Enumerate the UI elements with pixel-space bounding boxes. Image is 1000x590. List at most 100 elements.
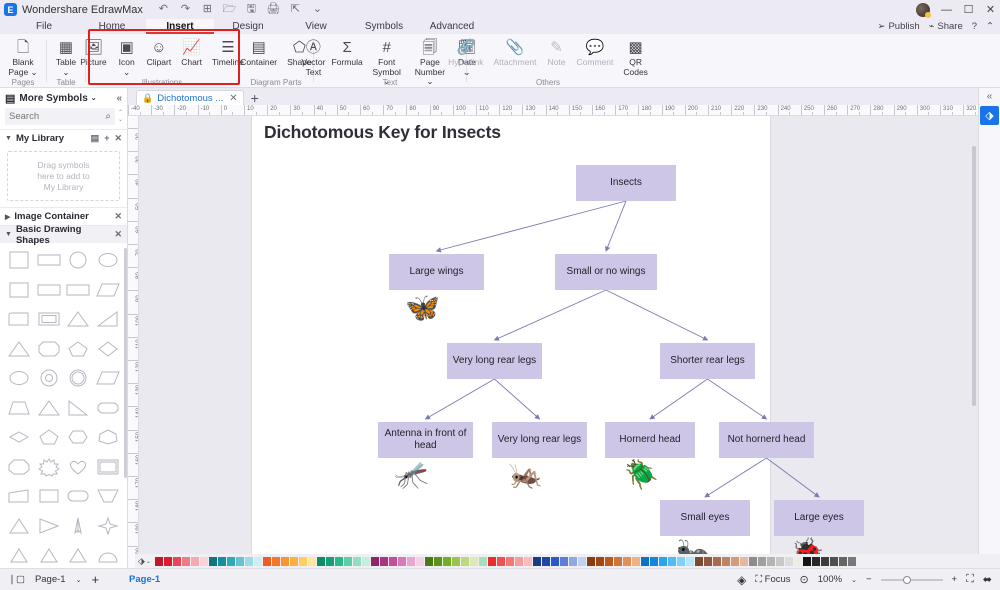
symbols-panel-header[interactable]: ▤ More Symbols ⌄ « <box>0 88 127 108</box>
menu-file[interactable]: File <box>10 21 78 32</box>
shape-item[interactable] <box>35 308 63 330</box>
shape-item[interactable] <box>35 367 63 389</box>
print-icon[interactable]: 🖨 <box>266 3 280 16</box>
fill-color-tool[interactable]: ⬗ <box>980 106 999 125</box>
color-swatch[interactable] <box>748 556 757 566</box>
color-swatch[interactable] <box>406 556 415 566</box>
shape-item[interactable] <box>65 426 93 448</box>
shape-item[interactable] <box>35 338 63 360</box>
canvas[interactable]: Dichotomous Key for Insects Insects Large… <box>139 116 978 568</box>
diagram-node[interactable]: Small eyes <box>660 500 750 536</box>
color-swatch[interactable] <box>739 556 748 566</box>
collapse-ribbon-button[interactable]: ⌃ <box>986 21 994 32</box>
chevron-down-icon[interactable]: ⌄ <box>91 94 97 102</box>
shape-item[interactable] <box>35 279 63 301</box>
shape-item[interactable] <box>94 279 122 301</box>
page-menu-icon[interactable]: ⌄ <box>76 576 82 584</box>
color-swatch[interactable] <box>622 556 631 566</box>
collapse-right-panel-icon[interactable]: « <box>987 91 993 102</box>
layers-icon[interactable]: ◈ <box>737 573 746 587</box>
close-button[interactable]: ✕ <box>985 3 996 16</box>
close-icon[interactable]: ✕ <box>229 93 237 104</box>
color-swatch[interactable] <box>280 556 289 566</box>
diagram-node[interactable]: Insects <box>576 165 676 201</box>
color-swatch[interactable] <box>523 556 532 566</box>
grasshopper-image[interactable]: 🦗 <box>508 461 543 489</box>
diagram-connector[interactable] <box>435 200 627 253</box>
diagram-connector[interactable] <box>766 457 820 498</box>
color-swatch[interactable] <box>307 556 316 566</box>
open-icon[interactable]: 🗁 <box>223 3 237 16</box>
shape-item[interactable] <box>5 367 33 389</box>
page-nav-icon[interactable]: ❘▢ <box>8 574 25 585</box>
presentation-icon[interactable]: ⊙ <box>800 573 809 586</box>
color-swatch[interactable] <box>379 556 388 566</box>
shape-item[interactable] <box>5 515 33 537</box>
color-swatch[interactable] <box>784 556 793 566</box>
color-swatch[interactable] <box>424 556 433 566</box>
color-swatch[interactable] <box>586 556 595 566</box>
more-icon[interactable]: ⌄ <box>311 3 324 16</box>
color-swatch[interactable] <box>235 556 244 566</box>
shape-item[interactable] <box>35 426 63 448</box>
color-swatch[interactable] <box>721 556 730 566</box>
color-swatch[interactable] <box>613 556 622 566</box>
color-swatch[interactable] <box>415 556 424 566</box>
diagram-connector[interactable] <box>649 378 708 420</box>
color-swatch[interactable] <box>352 556 361 566</box>
new-icon[interactable]: ⊞ <box>201 3 214 16</box>
color-swatch[interactable] <box>550 556 559 566</box>
diagram-connector[interactable] <box>605 289 709 341</box>
save-icon[interactable]: 🖫 <box>245 3 258 16</box>
menu-insert[interactable]: Insert <box>146 19 214 34</box>
vector-text-button[interactable]: Ⓐ Vector Text <box>298 37 329 78</box>
shape-item[interactable] <box>35 485 63 507</box>
color-swatch[interactable] <box>514 556 523 566</box>
shape-item[interactable] <box>5 249 33 271</box>
diagram-node[interactable]: Hornerd head <box>605 422 695 458</box>
diagram-connector[interactable] <box>605 200 627 252</box>
help-button[interactable]: ? <box>972 21 977 32</box>
diagram-connector[interactable] <box>424 378 495 420</box>
section-image-container-header[interactable]: ▶ Image Container ✕ <box>0 208 127 225</box>
shape-item[interactable] <box>35 515 63 537</box>
zoom-slider-handle[interactable] <box>902 575 911 584</box>
shape-item[interactable] <box>65 485 93 507</box>
color-swatch[interactable] <box>370 556 379 566</box>
color-swatch[interactable] <box>559 556 568 566</box>
color-swatch[interactable] <box>253 556 262 566</box>
color-swatch[interactable] <box>496 556 505 566</box>
color-swatch[interactable] <box>703 556 712 566</box>
share-button[interactable]: ⌁ Share <box>929 21 963 32</box>
shape-item[interactable] <box>35 544 63 566</box>
color-swatch[interactable] <box>460 556 469 566</box>
color-swatch[interactable] <box>685 556 694 566</box>
beetle-image[interactable]: 🪲 <box>624 461 659 489</box>
zoom-in-button[interactable]: + <box>952 574 958 585</box>
color-swatch[interactable] <box>181 556 190 566</box>
color-swatch[interactable] <box>190 556 199 566</box>
shape-item[interactable] <box>5 544 33 566</box>
shape-item[interactable] <box>94 249 122 271</box>
shape-item[interactable] <box>94 485 122 507</box>
shape-item[interactable] <box>5 485 33 507</box>
publish-button[interactable]: ➢ Publish <box>878 21 920 32</box>
avatar[interactable] <box>916 2 931 18</box>
color-swatch[interactable] <box>199 556 208 566</box>
shape-item[interactable] <box>65 544 93 566</box>
shape-item[interactable] <box>94 397 122 419</box>
color-swatch[interactable] <box>244 556 253 566</box>
butterfly-image[interactable]: 🦋 <box>405 294 440 322</box>
canvas-vertical-scrollbar[interactable] <box>972 146 976 406</box>
minimize-button[interactable]: — <box>941 4 952 16</box>
color-swatch[interactable] <box>325 556 334 566</box>
color-swatch[interactable] <box>289 556 298 566</box>
basic-shapes-close-icon[interactable]: ✕ <box>114 229 122 240</box>
icon-button[interactable]: ▣ Icon ⌄ <box>112 37 142 78</box>
document-tab[interactable]: 🔒 Dichotomous ... ✕ <box>136 90 244 105</box>
library-close-icon[interactable]: ✕ <box>114 133 122 144</box>
color-swatch[interactable] <box>793 556 802 566</box>
color-swatch[interactable] <box>532 556 541 566</box>
qr-codes-button[interactable]: ▩ QR Codes <box>618 37 653 78</box>
library-import-icon[interactable]: ▤ <box>91 133 100 144</box>
